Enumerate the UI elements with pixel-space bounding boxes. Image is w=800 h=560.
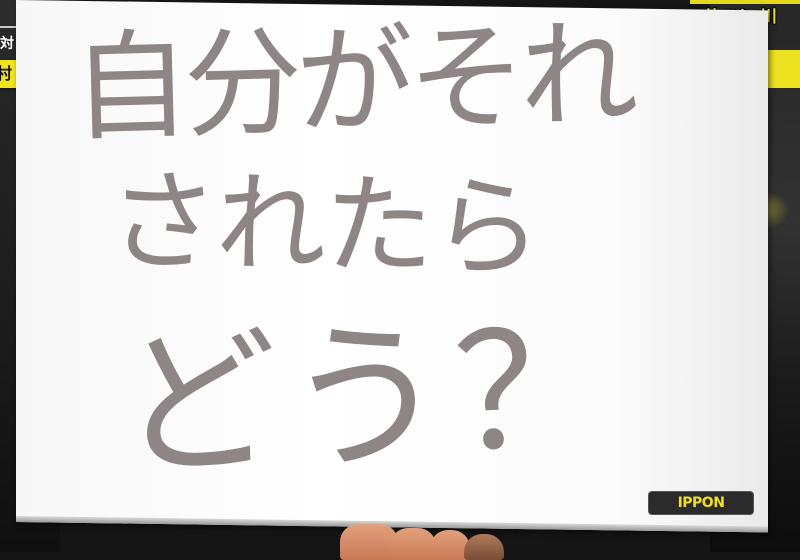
answer-board: [16, 0, 768, 533]
finger: [464, 534, 504, 560]
ippon-logo-text: IPPON: [677, 495, 725, 511]
broadcast-telop-left-yellow-text: 村: [0, 64, 13, 83]
ippon-logo: IPPON: [648, 491, 754, 515]
holding-hand: [340, 520, 520, 560]
broadcast-telop-right-bar: [690, 0, 800, 4]
